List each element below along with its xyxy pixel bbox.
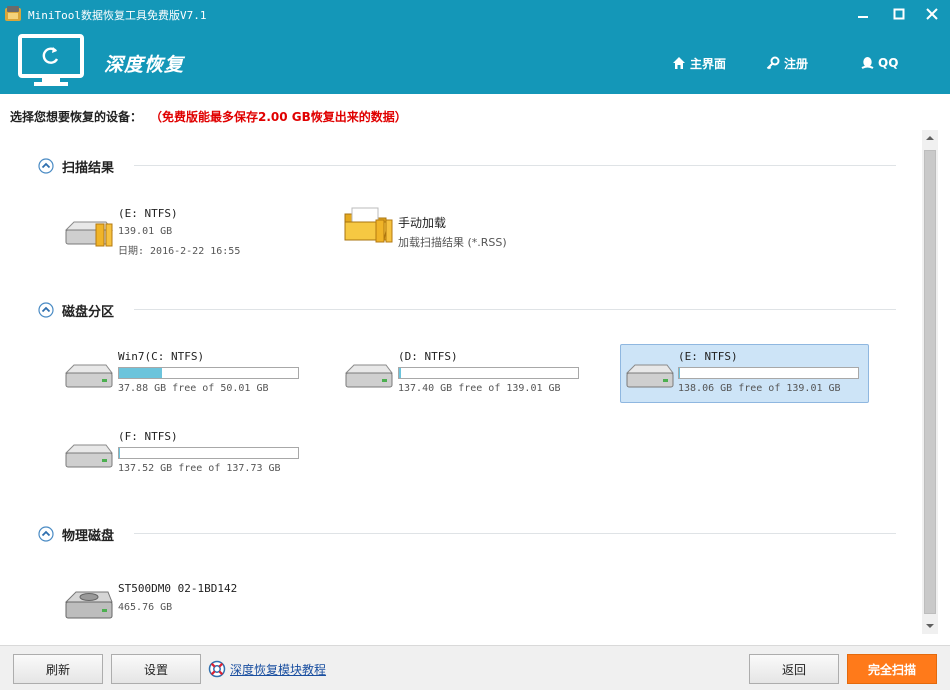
maximize-button[interactable] [888,4,910,24]
hard-drive-icon [625,364,674,388]
partition-free: 137.52 GB free of 137.73 GB [118,463,281,474]
section-divider [134,165,896,166]
monitor-logo-icon [18,34,84,86]
section-divider [134,309,896,310]
tutorial-link[interactable]: 深度恢复模块教程 [208,660,326,678]
partition-free: 137.40 GB free of 139.01 GB [398,383,561,394]
nav-register-label: 注册 [784,56,809,71]
usage-bar-fill [679,368,681,378]
partition-name: Win7(C: NTFS) [118,350,205,363]
physical-disk-icon [64,591,113,619]
hard-drive-icon [64,444,113,468]
collapse-icon [38,158,54,174]
usage-bar-fill [399,368,402,378]
nav-register[interactable]: 注册 [766,54,808,72]
partition-free: 37.88 GB free of 50.01 GB [118,383,269,394]
scan-result-item[interactable]: (E: NTFS) 139.01 GB 日期: 2016-2-22 16:55 [62,202,302,260]
usage-bar-fill [119,448,121,458]
partition-item[interactable]: Win7(C: NTFS) 37.88 GB free of 50.01 GB [62,345,308,403]
refresh-button[interactable]: 刷新 [13,654,103,684]
vertical-scrollbar[interactable] [922,130,938,634]
back-button[interactable]: 返回 [749,654,839,684]
nav-qq[interactable]: QQ [861,54,898,72]
scroll-thumb[interactable] [924,150,936,614]
partition-free: 138.06 GB free of 139.01 GB [678,383,841,394]
partition-item[interactable]: (D: NTFS) 137.40 GB free of 139.01 GB [342,345,588,403]
brand-title: 深度恢复 [104,54,185,76]
physical-disk-item[interactable]: ST500DM0 02-1BD142 465.76 GB [62,576,308,634]
partition-item[interactable]: (F: NTFS) 137.52 GB free of 137.73 GB [62,425,308,483]
instruction-text: 选择您想要恢复的设备： （免费版能最多保存2.00 GB恢复出来的数据） [10,108,407,125]
qq-icon [861,57,874,69]
manual-load-item[interactable]: 手动加载 加载扫描结果 (*.RSS) [342,202,582,260]
free-limit-warning: （免费版能最多保存2.00 GB恢复出来的数据） [156,110,407,124]
section-physical-disks[interactable]: 物理磁盘 [38,525,115,544]
hard-drive-icon [64,221,113,247]
usage-bar [118,367,299,379]
close-button[interactable] [921,4,943,24]
physical-disk-size: 465.76 GB [118,602,173,613]
hard-drive-icon [344,364,393,388]
partition-name: (D: NTFS) [398,350,458,363]
title-bar: MiniTool数据恢复工具免费版V7.1 [0,0,950,30]
partition-name: (F: NTFS) [118,430,178,443]
scroll-up-arrow-icon[interactable] [922,130,938,146]
minimize-button[interactable] [852,4,874,24]
manual-load-desc: 加载扫描结果 (*.RSS) [398,236,507,249]
partition-name: (E: NTFS) [678,350,738,363]
app-icon [5,6,21,21]
scan-result-name: (E: NTFS) [118,207,178,220]
tutorial-link-text: 深度恢复模块教程 [230,662,327,677]
close-icon [926,8,938,20]
key-icon [766,56,780,70]
physical-disk-name: ST500DM0 02-1BD142 [118,582,238,595]
maximize-icon [893,8,905,20]
usage-bar [118,447,299,459]
scan-result-size: 139.01 GB [118,226,173,237]
section-title: 扫描结果 [62,160,115,176]
minimize-icon [858,16,868,18]
bottom-toolbar: 刷新 设置 深度恢复模块教程 返回 完全扫描 [0,645,950,690]
scroll-down-arrow-icon[interactable] [922,618,938,634]
usage-bar [398,367,579,379]
section-divider [134,533,896,534]
settings-button[interactable]: 设置 [111,654,201,684]
scan-result-date: 日期: 2016-2-22 16:55 [118,246,241,257]
nav-qq-label: QQ [878,56,899,70]
section-title: 磁盘分区 [62,304,115,320]
partition-item-selected[interactable]: (E: NTFS) 138.06 GB free of 139.01 GB [620,344,869,403]
folder-icon [344,207,393,243]
usage-bar-fill [119,368,163,378]
manual-load-title: 手动加载 [398,216,447,230]
app-header: 深度恢复 主界面 注册 QQ [0,30,950,94]
section-title: 物理磁盘 [62,528,115,544]
full-scan-button[interactable]: 完全扫描 [847,654,937,684]
lifebuoy-icon [208,660,226,678]
nav-home-label: 主界面 [690,56,727,71]
window-title: MiniTool数据恢复工具免费版V7.1 [28,9,207,22]
home-icon [673,57,685,69]
usage-bar [678,367,859,379]
collapse-icon [38,302,54,318]
section-partitions[interactable]: 磁盘分区 [38,301,115,320]
hard-drive-icon [64,364,113,388]
instruction-label: 选择您想要恢复的设备： [10,110,143,124]
section-scan-results[interactable]: 扫描结果 [38,157,115,176]
collapse-icon [38,526,54,542]
nav-home[interactable]: 主界面 [672,54,726,72]
